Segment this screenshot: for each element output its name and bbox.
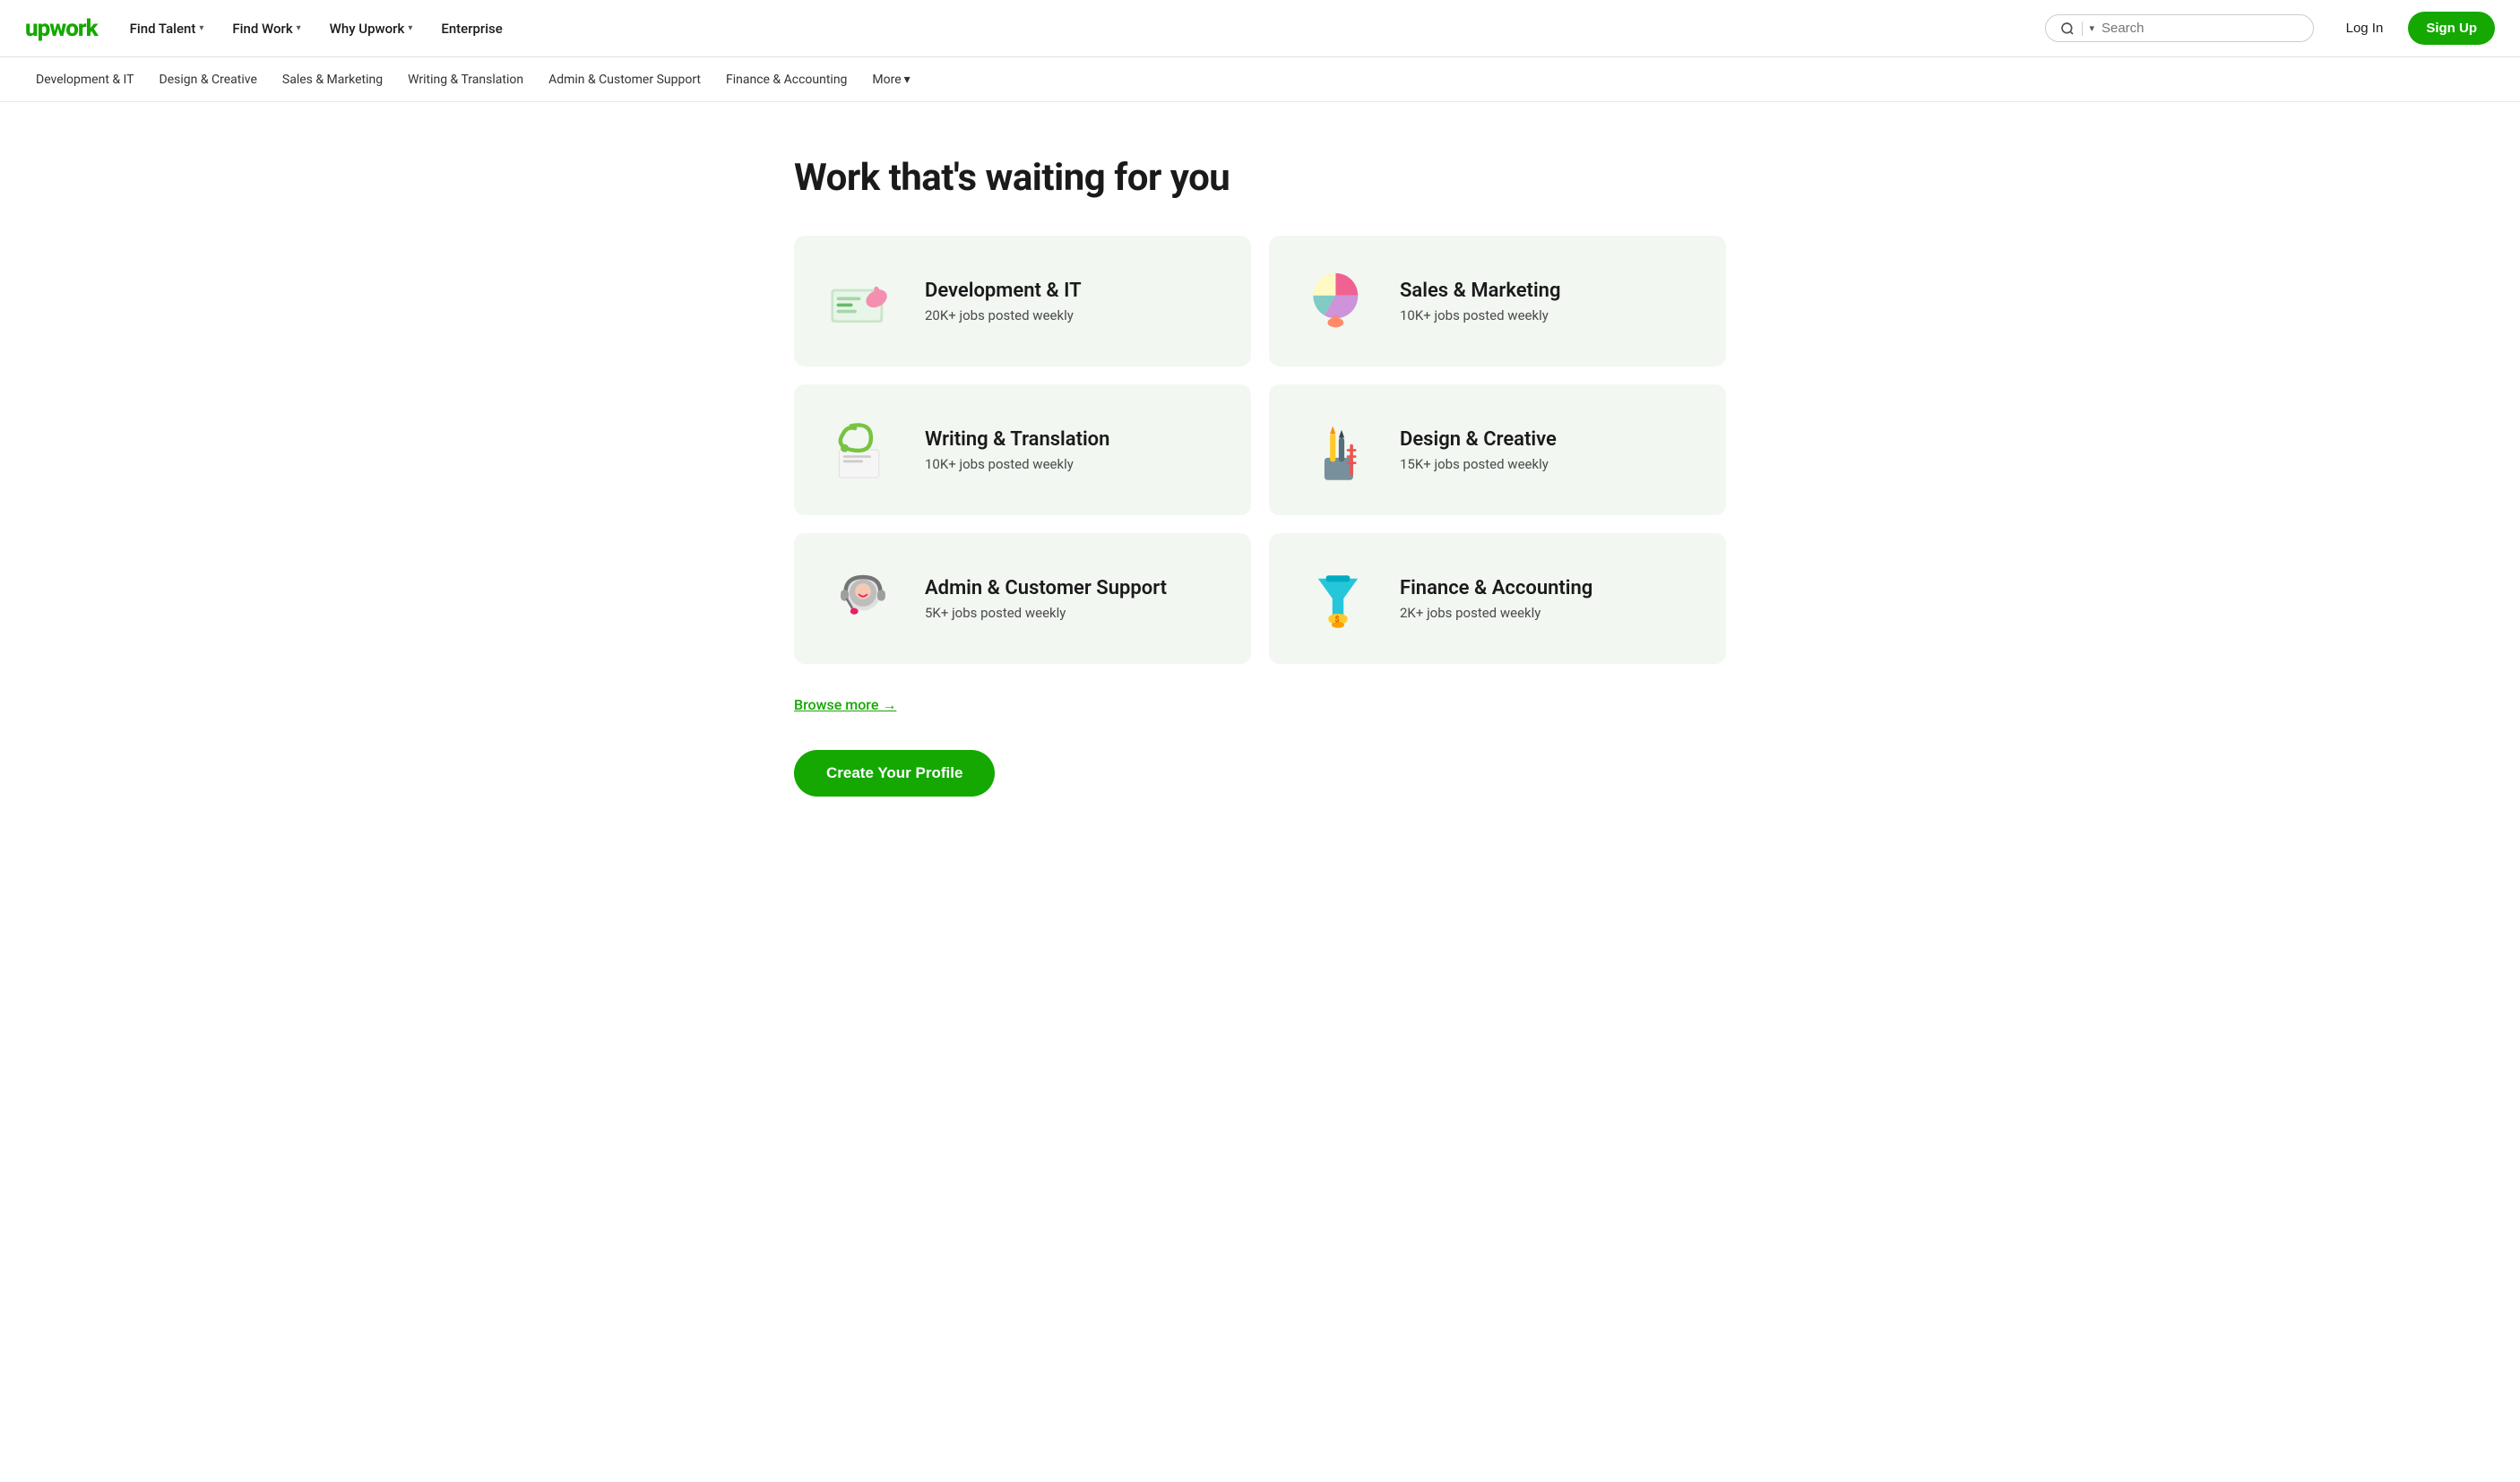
signup-button[interactable]: Sign Up: [2408, 12, 2495, 45]
search-input[interactable]: [2101, 21, 2299, 36]
navbar: upwork Find Talent ▾ Find Work ▾ Why Upw…: [0, 0, 2520, 57]
nav-find-work[interactable]: Find Work ▾: [221, 13, 311, 44]
writing-subtitle: 10K+ jobs posted weekly: [925, 456, 1109, 472]
cat-writing-label: Writing & Translation: [408, 73, 523, 87]
category-nav: Development & IT Design & Creative Sales…: [0, 57, 2520, 102]
sales-icon: [1298, 261, 1378, 341]
finance-text: Finance & Accounting 2K+ jobs posted wee…: [1400, 577, 1592, 621]
main-content: Work that's waiting for you: [722, 102, 1798, 868]
finance-title: Finance & Accounting: [1400, 577, 1592, 599]
cat-more-label: More: [872, 73, 901, 87]
find-work-label: Find Work: [232, 21, 292, 37]
find-work-chevron-icon: ▾: [297, 23, 301, 33]
design-title: Design & Creative: [1400, 428, 1557, 451]
writing-title: Writing & Translation: [925, 428, 1109, 451]
cat-dev-it-label: Development & IT: [36, 73, 134, 87]
enterprise-label: Enterprise: [441, 21, 502, 37]
cat-design-label: Design & Creative: [160, 73, 257, 87]
admin-text: Admin & Customer Support 5K+ jobs posted…: [925, 577, 1167, 621]
card-admin[interactable]: Admin & Customer Support 5K+ jobs posted…: [794, 533, 1251, 664]
category-cards-grid: Development & IT 20K+ jobs posted weekly: [794, 236, 1726, 664]
dev-it-title: Development & IT: [925, 280, 1082, 302]
cat-more-chevron-icon: ▾: [904, 73, 910, 87]
browse-more-link[interactable]: Browse more →: [794, 696, 896, 714]
card-sales-marketing[interactable]: Sales & Marketing 10K+ jobs posted weekl…: [1269, 236, 1726, 366]
cat-finance-label: Finance & Accounting: [726, 73, 847, 87]
search-dropdown-chevron-icon[interactable]: ▾: [2089, 22, 2094, 34]
nav-why-upwork[interactable]: Why Upwork ▾: [319, 13, 424, 44]
nav-find-talent[interactable]: Find Talent ▾: [119, 13, 215, 44]
search-box[interactable]: ▾: [2045, 14, 2314, 42]
admin-subtitle: 5K+ jobs posted weekly: [925, 605, 1167, 621]
login-button[interactable]: Log In: [2332, 13, 2398, 43]
cat-item-admin[interactable]: Admin & Customer Support: [538, 67, 712, 92]
writing-icon: [823, 409, 903, 490]
card-dev-it[interactable]: Development & IT 20K+ jobs posted weekly: [794, 236, 1251, 366]
cat-item-design[interactable]: Design & Creative: [149, 67, 268, 92]
dev-it-text: Development & IT 20K+ jobs posted weekly: [925, 280, 1082, 323]
find-talent-chevron-icon: ▾: [199, 23, 203, 33]
svg-text:$: $: [1334, 615, 1339, 625]
finance-icon: $: [1298, 558, 1378, 639]
card-writing[interactable]: Writing & Translation 10K+ jobs posted w…: [794, 384, 1251, 515]
cat-item-writing[interactable]: Writing & Translation: [397, 67, 534, 92]
cat-sales-label: Sales & Marketing: [282, 73, 383, 87]
design-text: Design & Creative 15K+ jobs posted weekl…: [1400, 428, 1557, 472]
cat-item-finance[interactable]: Finance & Accounting: [715, 67, 858, 92]
search-divider: [2082, 22, 2083, 36]
finance-subtitle: 2K+ jobs posted weekly: [1400, 605, 1592, 621]
design-icon: [1298, 409, 1378, 490]
find-talent-label: Find Talent: [130, 21, 196, 37]
create-profile-button[interactable]: Create Your Profile: [794, 750, 995, 797]
search-icon: [2060, 22, 2075, 36]
sales-subtitle: 10K+ jobs posted weekly: [1400, 307, 1560, 323]
logo[interactable]: upwork: [25, 15, 98, 42]
admin-icon: [823, 558, 903, 639]
cat-item-sales[interactable]: Sales & Marketing: [272, 67, 393, 92]
cat-item-dev-it[interactable]: Development & IT: [25, 67, 145, 92]
dev-it-subtitle: 20K+ jobs posted weekly: [925, 307, 1082, 323]
cat-admin-label: Admin & Customer Support: [548, 73, 701, 87]
sales-title: Sales & Marketing: [1400, 280, 1560, 302]
sales-text: Sales & Marketing 10K+ jobs posted weekl…: [1400, 280, 1560, 323]
dev-it-icon: [823, 261, 903, 341]
logo-text: upwork: [25, 15, 98, 42]
nav-enterprise[interactable]: Enterprise: [430, 13, 513, 44]
why-upwork-label: Why Upwork: [330, 21, 405, 37]
writing-text: Writing & Translation 10K+ jobs posted w…: [925, 428, 1109, 472]
card-finance[interactable]: $ Finance & Accounting 2K+ jobs posted w…: [1269, 533, 1726, 664]
cat-item-more[interactable]: More ▾: [861, 67, 920, 92]
page-title: Work that's waiting for you: [794, 156, 1726, 200]
card-design[interactable]: Design & Creative 15K+ jobs posted weekl…: [1269, 384, 1726, 515]
why-upwork-chevron-icon: ▾: [408, 23, 412, 33]
admin-title: Admin & Customer Support: [925, 577, 1167, 599]
design-subtitle: 15K+ jobs posted weekly: [1400, 456, 1557, 472]
